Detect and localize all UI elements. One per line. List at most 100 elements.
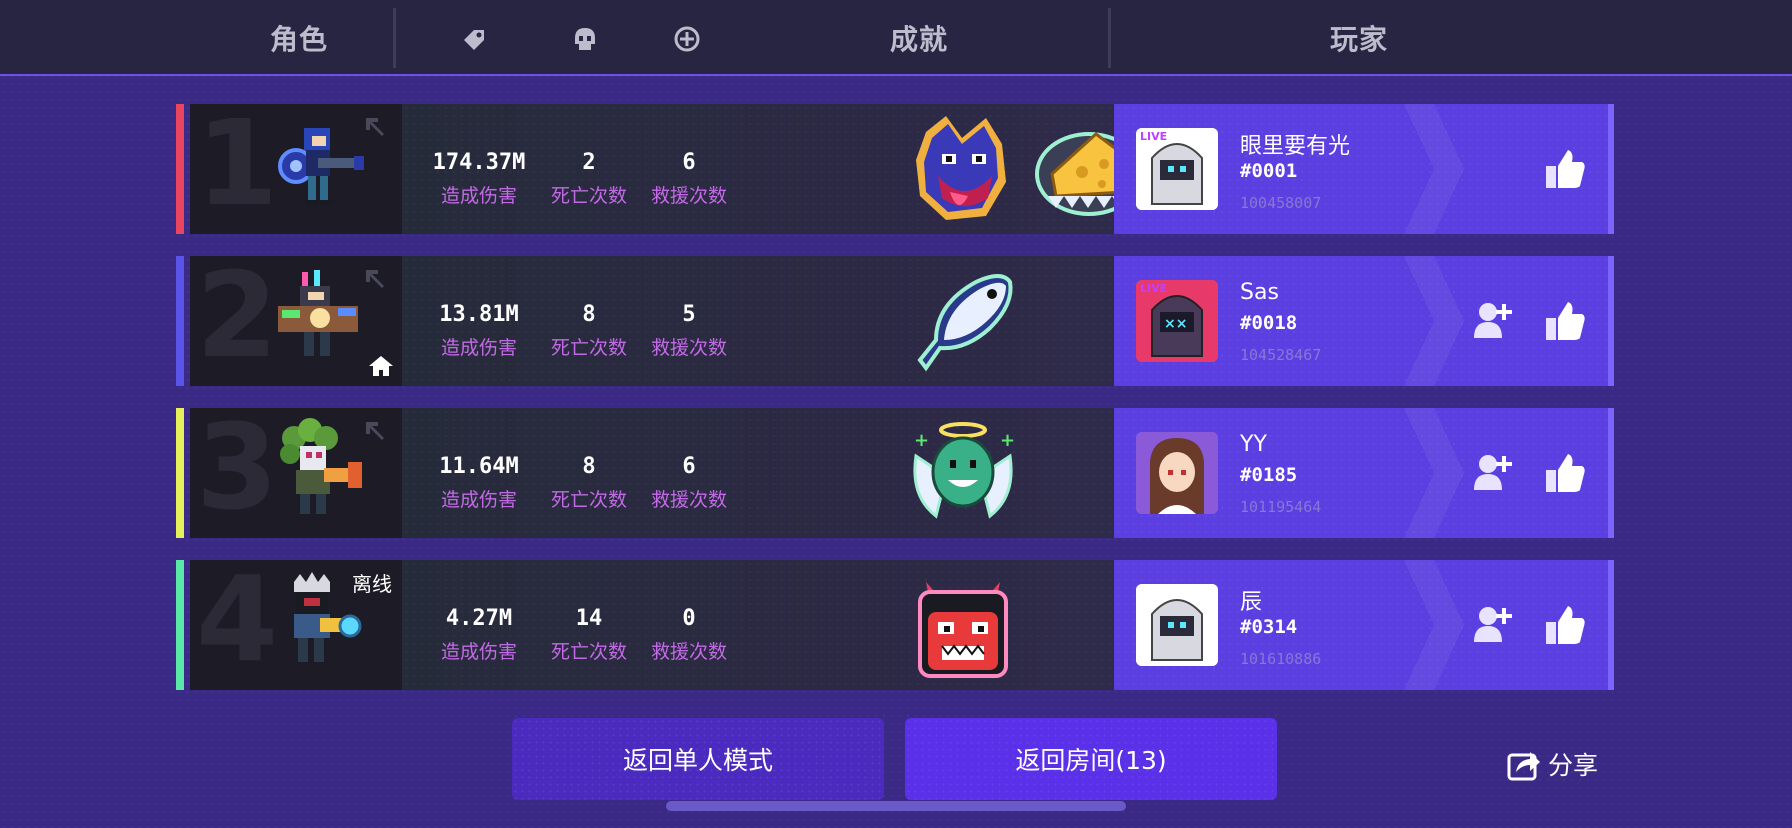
header-role-label: 角色 (270, 23, 329, 56)
player-name: 眼里要有光 (1240, 134, 1351, 159)
damage-label: 造成伤害 (440, 185, 517, 207)
player-row-4: 4 离线 4.27M 造成伤害 14 死亡次数 0 救援次数 辰 #0314 1… (176, 560, 1614, 690)
character-panel: 4 离线 (190, 560, 402, 690)
damage-label: 造成伤害 (440, 489, 517, 511)
damage-value: 174.37M (432, 150, 526, 175)
svg-text:+: + (1000, 430, 1015, 451)
add-friend-icon[interactable] (1470, 298, 1516, 344)
player-row-2: 2 13.81M 造成伤害 8 死亡次数 5 救援次数 ×× LIVE Sas … (176, 256, 1614, 386)
chevron-decor-icon (1404, 256, 1464, 386)
player-id: 104528467 (1240, 346, 1322, 364)
thumbs-up-icon[interactable] (1542, 602, 1588, 648)
deaths-stat: 8 死亡次数 (534, 454, 644, 512)
rescues-label: 救援次数 (650, 489, 727, 511)
demon-badge-icon[interactable] (906, 568, 1020, 682)
thumbs-up-icon[interactable] (1542, 450, 1588, 496)
player-id: 100458007 (1240, 194, 1322, 212)
rescues-stat: 0 救援次数 (634, 606, 744, 664)
stats-panel: 174.37M 造成伤害 2 死亡次数 6 救援次数 (402, 104, 1143, 234)
rank-accent-bar (176, 104, 184, 234)
player-card[interactable]: YY #0185 101195464 (1114, 408, 1614, 538)
svg-text:LIVE: LIVE (1140, 130, 1167, 143)
add-friend-icon[interactable] (1470, 450, 1516, 496)
arrow-up-left-icon (366, 422, 384, 440)
header-achievement-label: 成就 (890, 23, 949, 56)
rank-accent-bar (176, 256, 184, 386)
player-card[interactable]: ×× LIVE Sas #0018 104528467 (1114, 256, 1614, 386)
header-bar: 角色 成就 玩家 (0, 0, 1792, 76)
share-icon (1507, 752, 1540, 781)
back-to-single-mode-button[interactable]: 返回单人模式 (512, 718, 884, 800)
chevron-decor-icon (1404, 104, 1464, 234)
arrow-up-left-icon (366, 118, 384, 136)
deaths-stat: 14 死亡次数 (534, 606, 644, 664)
thumbs-up-icon[interactable] (1542, 146, 1588, 192)
home-icon (369, 356, 393, 376)
player-name: 辰 (1240, 590, 1263, 615)
hooded-avatar-icon: ×× LIVE (1136, 280, 1218, 362)
add-friend-icon[interactable] (1470, 602, 1516, 648)
rescues-value: 6 (682, 150, 696, 175)
character-panel: 1 (190, 104, 402, 234)
stats-panel: 11.64M 造成伤害 8 死亡次数 6 救援次数 + + (402, 408, 1114, 538)
thumbs-up-icon[interactable] (1542, 298, 1588, 344)
skull-icon (575, 28, 595, 50)
share-button[interactable]: 分享 (1506, 746, 1598, 782)
header-player-label: 玩家 (1330, 23, 1389, 56)
player-row-3: 3 11.64M 造成伤害 8 死亡次数 6 救援次数 + + YY #0185… (176, 408, 1614, 538)
chevron-decor-icon (1404, 408, 1464, 538)
girl-avatar-icon (1136, 432, 1218, 514)
revive-plus-icon (674, 26, 700, 52)
damage-value: 13.81M (439, 302, 519, 327)
rescues-stat: 5 救援次数 (634, 302, 744, 360)
deaths-label: 死亡次数 (550, 185, 627, 207)
avatar[interactable] (1136, 432, 1218, 514)
header-divider (1108, 8, 1111, 68)
back-to-room-button[interactable]: 返回房间(13) (905, 718, 1277, 800)
damage-label: 造成伤害 (440, 641, 517, 663)
deaths-value: 14 (575, 606, 603, 631)
wolf-badge-icon[interactable] (906, 112, 1020, 226)
deaths-value: 8 (582, 302, 596, 327)
player-tag: #0185 (1240, 464, 1298, 486)
avatar[interactable] (1136, 584, 1218, 666)
tag-icon (464, 30, 484, 50)
character-panel: 3 (190, 408, 402, 538)
damage-stat: 13.81M 造成伤害 (424, 302, 534, 360)
deaths-label: 死亡次数 (550, 641, 627, 663)
header-divider (393, 8, 396, 68)
hooded-avatar-icon (1136, 584, 1218, 666)
avatar[interactable]: LIVE (1136, 128, 1218, 210)
deaths-label: 死亡次数 (550, 337, 627, 359)
character-knight-sprite (278, 128, 364, 206)
player-row-1: 1 174.37M 造成伤害 2 死亡次数 6 救援次数 LIVE 眼里要有光 … (176, 104, 1614, 234)
arrow-up-left-icon (366, 270, 384, 288)
angel-badge-icon[interactable]: + + (906, 416, 1020, 530)
rescues-label: 救援次数 (650, 337, 727, 359)
player-name: Sas (1240, 280, 1279, 305)
share-label: 分享 (1548, 751, 1599, 780)
rescues-stat: 6 救援次数 (634, 150, 744, 208)
rescues-value: 0 (682, 606, 696, 631)
fish-badge-icon[interactable] (906, 264, 1020, 378)
deaths-value: 8 (582, 454, 596, 479)
player-tag: #0314 (1240, 616, 1298, 638)
deaths-label: 死亡次数 (550, 489, 627, 511)
rescues-value: 6 (682, 454, 696, 479)
rank-accent-bar (176, 408, 184, 538)
damage-stat: 4.27M 造成伤害 (424, 606, 534, 664)
player-id: 101195464 (1240, 498, 1322, 516)
damage-stat: 174.37M 造成伤害 (424, 150, 534, 208)
player-card[interactable]: 辰 #0314 101610886 (1114, 560, 1614, 690)
rescues-label: 救援次数 (650, 641, 727, 663)
damage-label: 造成伤害 (440, 337, 517, 359)
player-card[interactable]: LIVE 眼里要有光 #0001 100458007 (1114, 104, 1614, 234)
character-panel: 2 (190, 256, 402, 386)
stats-panel: 4.27M 造成伤害 14 死亡次数 0 救援次数 (402, 560, 1114, 690)
deaths-value: 2 (582, 150, 596, 175)
scrollbar[interactable] (666, 801, 1126, 811)
player-tag: #0018 (1240, 312, 1298, 334)
avatar[interactable]: ×× LIVE (1136, 280, 1218, 362)
damage-value: 11.64M (439, 454, 519, 479)
chevron-decor-icon (1404, 560, 1464, 690)
